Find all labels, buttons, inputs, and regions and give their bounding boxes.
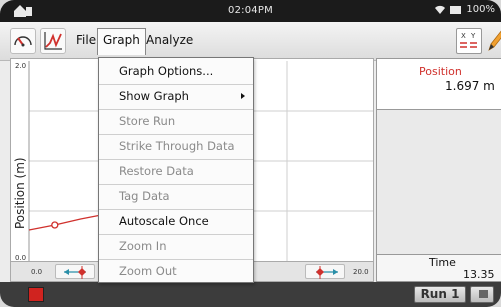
graph-view-icon — [44, 32, 62, 50]
menu-separator — [99, 259, 253, 260]
menu-file[interactable]: File — [76, 33, 96, 47]
menu-separator — [99, 159, 253, 160]
bottom-bar: Run 1 — [0, 282, 501, 307]
menu-graph[interactable]: Graph — [97, 28, 146, 55]
menu-separator — [99, 234, 253, 235]
arrow-right-icon — [316, 266, 338, 279]
x-axis-max-tick: 20.0 — [353, 268, 369, 276]
y-axis-max-tick: 2.0 — [15, 62, 27, 70]
position-meter-label: Position — [419, 65, 462, 78]
x-axis-min-tick: 0.0 — [31, 268, 43, 276]
time-meter-label: Time — [429, 256, 456, 269]
menu-separator — [99, 84, 253, 85]
table-view-button[interactable]: X Y — [456, 28, 482, 54]
menu-item-strike-through-data[interactable]: Strike Through Data — [99, 134, 253, 159]
meter-panel — [376, 110, 501, 254]
menu-item-graph-options[interactable]: Graph Options... — [99, 59, 253, 84]
status-right: 100% — [434, 4, 495, 15]
menu-separator — [99, 134, 253, 135]
y-axis-min-tick: 0.0 — [15, 254, 27, 262]
arrow-left-icon — [64, 266, 86, 279]
menu-item-restore-data[interactable]: Restore Data — [99, 159, 253, 184]
graph-menu-dropdown: Graph Options... Show Graph Store Run Strik… — [98, 57, 254, 283]
menu-item-zoom-out[interactable]: Zoom Out — [99, 259, 253, 284]
data-point — [51, 221, 59, 229]
toolbar: File Graph Analyze X Y — [0, 22, 501, 61]
status-time: 02:04PM — [228, 5, 273, 16]
app-window: 02:04PM 100% File Graph Analyze X Y 2.0 … — [0, 0, 501, 307]
menu-item-autoscale-once[interactable]: Autoscale Once — [99, 209, 253, 234]
menu-item-zoom-in[interactable]: Zoom In — [99, 234, 253, 259]
svg-text:Y: Y — [470, 32, 476, 40]
menu-item-store-run[interactable]: Store Run — [99, 109, 253, 134]
submenu-arrow-icon — [241, 93, 245, 99]
wifi-icon — [435, 5, 446, 14]
meter-view-button[interactable] — [10, 28, 36, 54]
run-menu-button[interactable] — [470, 286, 494, 303]
stack-icon — [479, 290, 488, 298]
position-meter[interactable]: Position 1.697 m — [376, 58, 501, 110]
position-meter-value: 1.697 m — [445, 79, 495, 93]
time-meter[interactable]: Time 13.35 — [376, 254, 501, 282]
svg-text:X: X — [461, 32, 466, 40]
battery-percent: 100% — [466, 4, 495, 15]
pencil-icon[interactable] — [486, 28, 501, 54]
menu-separator — [99, 109, 253, 110]
xy-table-icon: X Y — [460, 32, 477, 48]
status-bar: 02:04PM 100% — [0, 0, 501, 22]
time-meter-value: 13.35 — [463, 268, 495, 281]
menu-item-show-graph[interactable]: Show Graph — [99, 84, 253, 109]
x-scroll-right-button[interactable] — [305, 264, 345, 279]
battery-icon — [450, 5, 462, 14]
menu-analyze[interactable]: Analyze — [146, 33, 193, 47]
graph-view-button[interactable] — [40, 28, 66, 54]
menu-item-tag-data[interactable]: Tag Data — [99, 184, 253, 209]
x-scroll-left-button[interactable] — [55, 264, 95, 279]
menu-separator — [99, 184, 253, 185]
meter-gauge-icon — [14, 36, 32, 47]
y-axis-label: Position (m) — [13, 157, 27, 229]
stop-button[interactable] — [28, 287, 44, 302]
run-selector-button[interactable]: Run 1 — [414, 286, 466, 303]
menu-separator — [99, 209, 253, 210]
